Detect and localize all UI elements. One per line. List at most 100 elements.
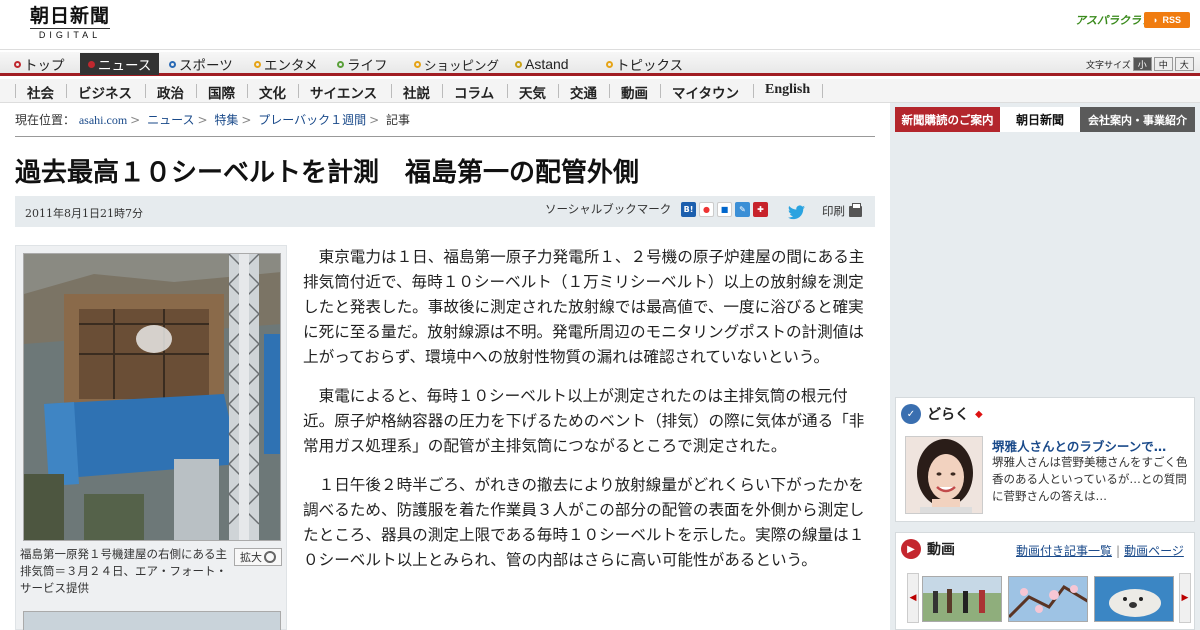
print-button[interactable]: 印刷 bbox=[822, 202, 862, 219]
bullet-icon bbox=[337, 60, 344, 68]
bullet-icon bbox=[169, 60, 176, 68]
category-politics[interactable]: 政治 bbox=[157, 82, 184, 102]
font-size-medium-button[interactable]: 中 bbox=[1153, 57, 1173, 71]
nav-divider bbox=[753, 84, 754, 98]
nav-item-sports[interactable]: スポーツ bbox=[169, 54, 233, 74]
video-camera-icon: ▶ bbox=[901, 539, 921, 559]
nav-item-astand[interactable]: Astand bbox=[515, 54, 569, 74]
breadcrumb-current: 記事 bbox=[386, 113, 411, 127]
breadcrumb-feature[interactable]: 特集 bbox=[214, 113, 238, 127]
asupara-club-link[interactable]: アスパラクラブ bbox=[1075, 12, 1152, 28]
buzzurl-icon[interactable]: ● bbox=[699, 202, 714, 217]
breadcrumb-arrow-icon: > bbox=[197, 113, 208, 127]
twitter-icon[interactable] bbox=[788, 205, 805, 220]
doraku-heading[interactable]: ✓ どらく ◆ bbox=[901, 404, 983, 424]
video-page-link[interactable]: 動画ページ bbox=[1124, 544, 1184, 558]
nav-item-news[interactable]: ニュース bbox=[80, 53, 160, 75]
divider bbox=[15, 136, 875, 137]
carousel-next-button[interactable]: ▶ bbox=[1179, 573, 1191, 623]
carousel-prev-button[interactable]: ◀ bbox=[907, 573, 919, 623]
nav-item-life[interactable]: ライフ bbox=[337, 54, 388, 74]
separator: | bbox=[1116, 544, 1121, 558]
primary-nav: トップ ニュース スポーツ エンタメ ライフ ショッピング Astand トピッ… bbox=[0, 52, 1200, 76]
rss-label: RSS bbox=[1162, 15, 1181, 25]
nav-divider bbox=[196, 84, 197, 98]
category-english[interactable]: English bbox=[765, 82, 810, 98]
nav-divider bbox=[298, 84, 299, 98]
rss-button[interactable]: ◗ RSS bbox=[1144, 12, 1190, 28]
article-photo[interactable] bbox=[23, 253, 281, 541]
font-size-label: 文字サイズ bbox=[1086, 60, 1131, 71]
video-articles-link[interactable]: 動画付き記事一覧 bbox=[1016, 544, 1112, 558]
category-column[interactable]: コラム bbox=[454, 82, 494, 102]
reactor-building-photo bbox=[24, 254, 280, 540]
font-size-large-button[interactable]: 大 bbox=[1174, 57, 1194, 71]
category-science[interactable]: サイエンス bbox=[310, 82, 377, 102]
nav-divider bbox=[822, 84, 823, 98]
article-date: 2011年8月1日21時7分 bbox=[25, 207, 143, 220]
zoom-label: 拡大 bbox=[240, 551, 262, 564]
bullet-icon bbox=[254, 60, 261, 68]
livedoor-clip-icon[interactable]: ✎ bbox=[735, 202, 750, 217]
magnifier-icon bbox=[264, 551, 276, 563]
nav-label: ライフ bbox=[347, 58, 388, 74]
category-traffic[interactable]: 交通 bbox=[570, 82, 597, 102]
nav-label: トピックス bbox=[616, 58, 684, 74]
breadcrumb-home[interactable]: asahi.com bbox=[79, 113, 127, 127]
subscription-banner[interactable]: 新聞購読のご案内 朝日新聞 会社案内・事業紹介 bbox=[895, 107, 1195, 132]
site-logo[interactable]: 朝日新聞 DIGITAL bbox=[30, 6, 111, 40]
yahoo-bookmark-icon[interactable]: ✚ bbox=[753, 202, 768, 217]
video-thumbnail[interactable] bbox=[1094, 576, 1174, 622]
breadcrumb-prefix: 現在位置： bbox=[15, 113, 76, 127]
font-size-small-button[interactable]: 小 bbox=[1132, 57, 1152, 71]
secondary-photo[interactable] bbox=[23, 611, 281, 630]
delicious-icon[interactable]: ■ bbox=[717, 202, 732, 217]
video-thumbnail-image bbox=[923, 577, 1001, 621]
article-body: 東京電力は１日、福島第一原子力発電所１、２号機の原子炉建屋の間にある主排気筒付近… bbox=[303, 245, 866, 587]
nav-item-shopping[interactable]: ショッピング bbox=[414, 54, 499, 74]
bullet-icon bbox=[414, 60, 421, 68]
video-thumbnail[interactable] bbox=[922, 576, 1002, 622]
category-editorial[interactable]: 社説 bbox=[403, 82, 430, 102]
video-thumbnail-image bbox=[1009, 577, 1087, 621]
doraku-icon: ✓ bbox=[901, 404, 921, 424]
article-title: 過去最高１０シーベルトを計測 福島第一の配管外側 bbox=[15, 158, 640, 188]
banner-subscribe: 新聞購読のご案内 bbox=[895, 107, 1000, 132]
photo-panel: 福島第一原発１号機建屋の右側にある主排気筒＝３月２４日、エア・フォート・サービス… bbox=[15, 245, 287, 630]
nav-divider bbox=[660, 84, 661, 98]
nav-item-top[interactable]: トップ bbox=[14, 54, 65, 74]
breadcrumb-playback[interactable]: プレーバック１週間 bbox=[258, 113, 366, 127]
arrow-right-icon: ◆ bbox=[975, 408, 983, 420]
photo-caption: 福島第一原発１号機建屋の右側にある主排気筒＝３月２４日、エア・フォート・サービス… bbox=[20, 547, 227, 595]
hatena-bookmark-icon[interactable]: B! bbox=[681, 202, 696, 217]
nav-item-topics[interactable]: トピックス bbox=[606, 54, 683, 74]
category-mytown[interactable]: マイタウン bbox=[672, 82, 739, 102]
bullet-icon bbox=[606, 60, 613, 68]
nav-label: ショッピング bbox=[424, 57, 500, 73]
video-heading-label: 動画 bbox=[927, 542, 955, 558]
category-international[interactable]: 国際 bbox=[208, 82, 235, 102]
video-thumbnail[interactable] bbox=[1008, 576, 1088, 622]
nav-label: トップ bbox=[24, 58, 65, 74]
breadcrumb: 現在位置： asahi.com > ニュース > 特集 > プレーバック１週間 > 記事 bbox=[15, 111, 410, 128]
doraku-article-link[interactable]: 堺雅人さんとのラブシーンで… bbox=[992, 436, 1190, 455]
breadcrumb-news[interactable]: ニュース bbox=[147, 113, 194, 127]
nav-label: ニュース bbox=[98, 58, 152, 74]
category-shakai[interactable]: 社会 bbox=[27, 82, 54, 102]
site-header: 朝日新聞 DIGITAL アスパラクラブ ◗ RSS bbox=[0, 0, 1200, 50]
nav-divider bbox=[558, 84, 559, 98]
bullet-icon bbox=[14, 60, 21, 68]
nav-label: エンタメ bbox=[264, 58, 318, 74]
nav-item-entame[interactable]: エンタメ bbox=[254, 54, 318, 74]
category-video[interactable]: 動画 bbox=[621, 82, 648, 102]
nav-divider bbox=[66, 84, 67, 98]
nav-label: スポーツ bbox=[179, 58, 233, 74]
social-icons: B! ● ■ ✎ ✚ bbox=[681, 202, 768, 217]
category-weather[interactable]: 天気 bbox=[519, 82, 546, 102]
nav-divider bbox=[507, 84, 508, 98]
category-business[interactable]: ビジネス bbox=[78, 82, 132, 102]
zoom-button[interactable]: 拡大 bbox=[234, 548, 282, 566]
banner-logo: 朝日新聞 bbox=[1000, 107, 1080, 132]
doraku-thumbnail[interactable] bbox=[905, 436, 983, 514]
category-culture[interactable]: 文化 bbox=[259, 82, 286, 102]
